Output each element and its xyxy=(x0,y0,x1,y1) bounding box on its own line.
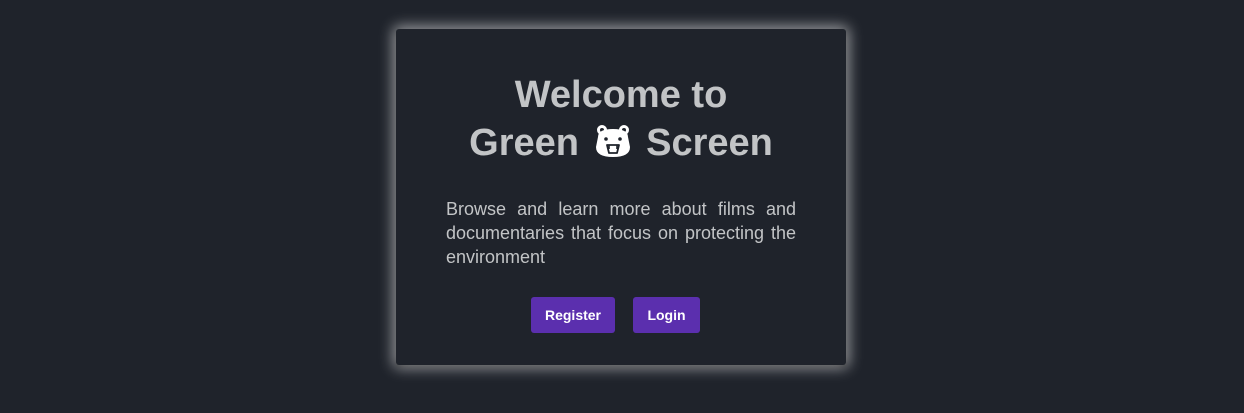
title-line-2: Green Screen xyxy=(396,119,846,167)
title-line-1: Welcome to xyxy=(514,74,728,116)
title-brand-part-1: Green xyxy=(469,122,579,164)
polar-bear-icon xyxy=(595,125,630,157)
welcome-card: Welcome to Green Screen Browse and learn… xyxy=(396,29,846,365)
description-text: Browse and learn more about films and do… xyxy=(446,199,796,267)
title-brand-part-2: Screen xyxy=(646,122,773,164)
login-button[interactable]: Login xyxy=(633,297,700,333)
page-title: Welcome to Green Screen xyxy=(396,71,846,167)
register-button[interactable]: Register xyxy=(531,297,615,333)
